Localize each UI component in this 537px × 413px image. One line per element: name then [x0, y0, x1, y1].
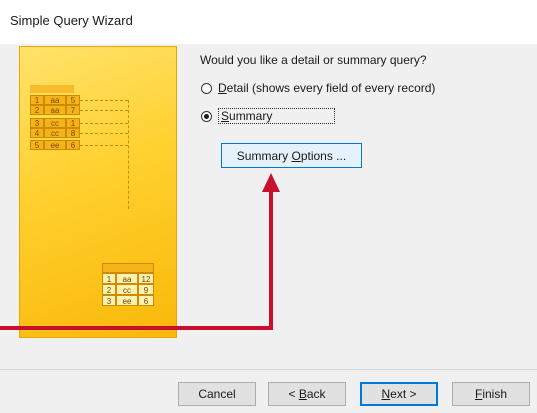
annotation-arrow-head	[262, 173, 280, 192]
annotation-arrow-line	[0, 190, 273, 330]
annotation-arrow	[0, 173, 280, 330]
simple-query-wizard-dialog: Simple Query Wizard 1 aa 5 2 aa 7 3 cc 1 4 cc 8 5 ee 6…	[0, 0, 537, 413]
